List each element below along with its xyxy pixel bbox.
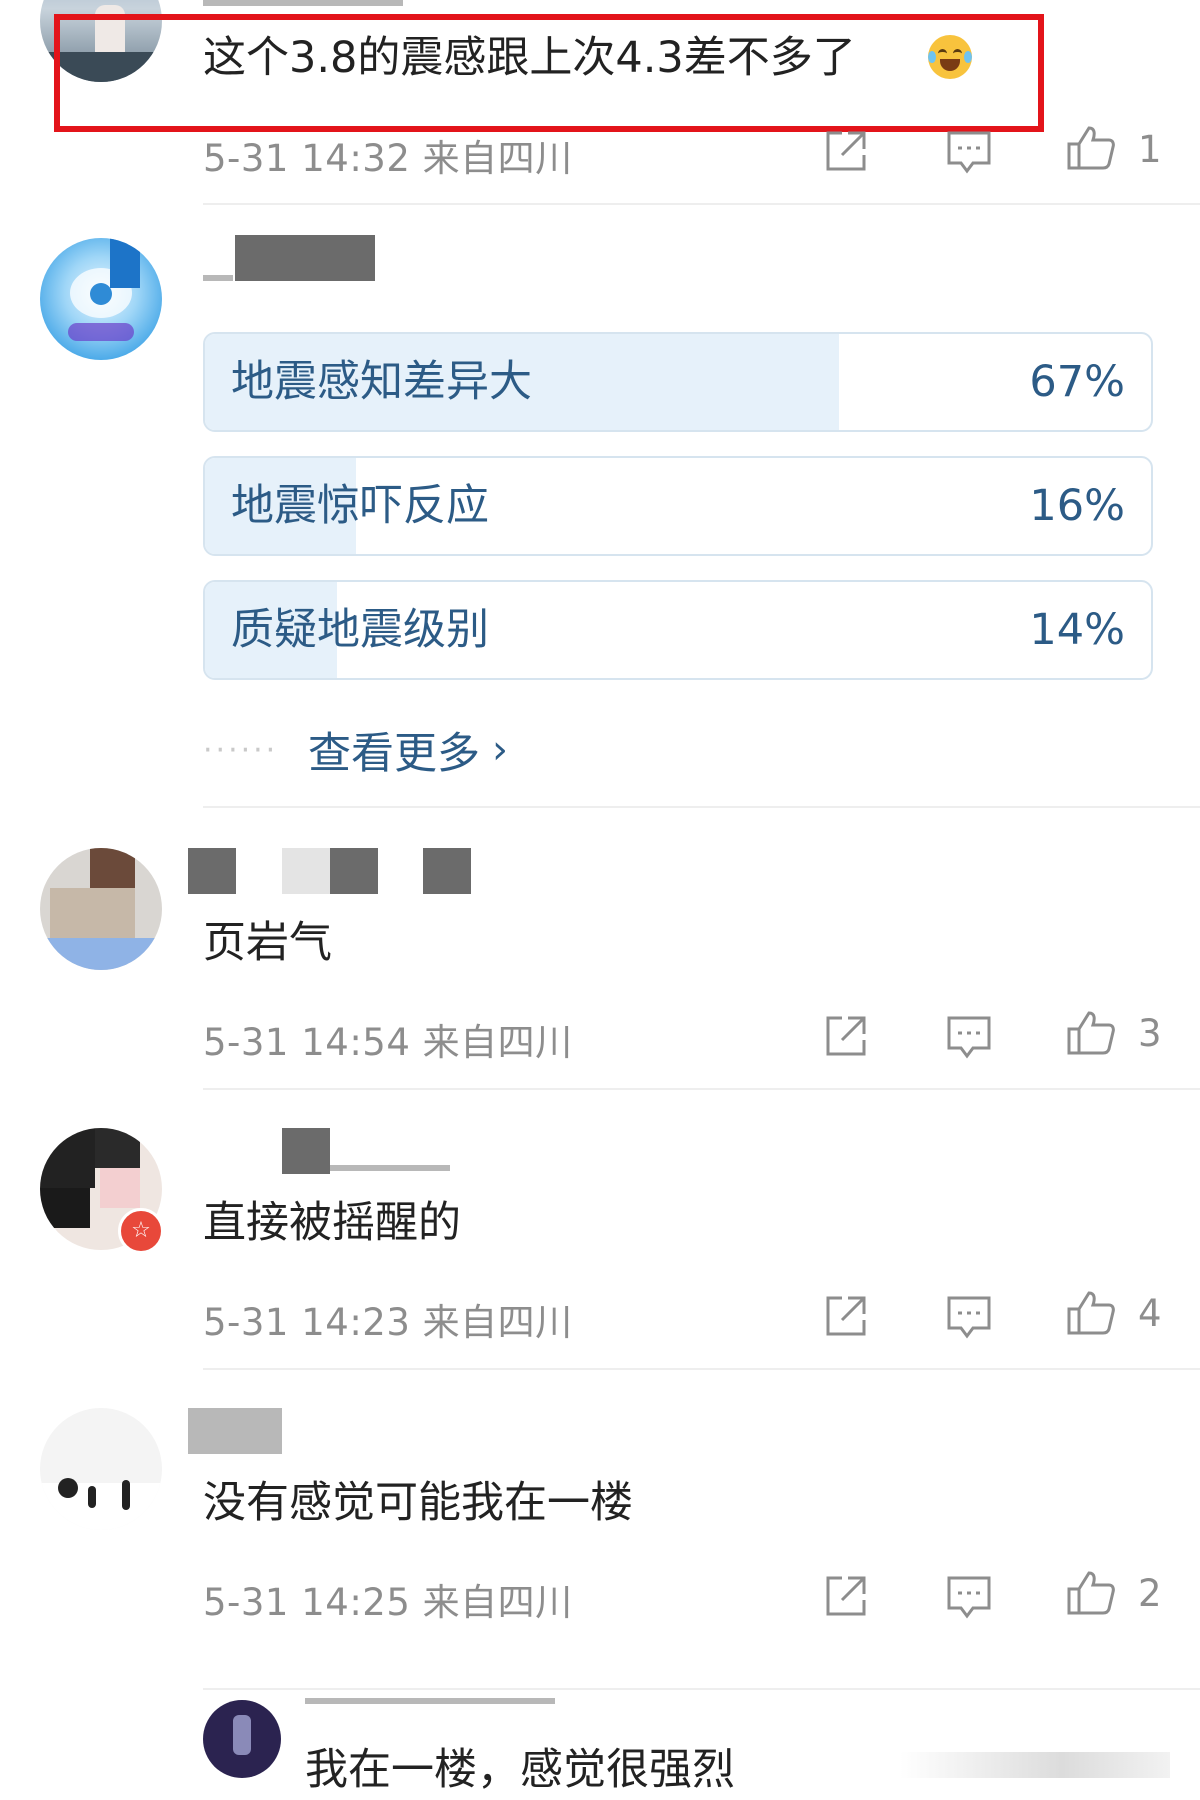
ellipsis-dots: ······ — [203, 732, 279, 768]
comment-text: 我在一楼，感觉很强烈 — [305, 1745, 735, 1795]
share-icon[interactable] — [820, 1570, 872, 1622]
comment-time: 5-31 14:54 — [203, 1021, 411, 1064]
poll-option-label: 地震惊吓反应 — [231, 481, 489, 531]
comment-location: 来自四川 — [422, 1301, 573, 1344]
like-count: 3 — [1138, 1012, 1162, 1055]
comment-time: 5-31 14:23 — [203, 1301, 411, 1344]
like-count: 2 — [1138, 1572, 1162, 1615]
comment-location: 来自四川 — [422, 137, 573, 180]
comment-time: 5-31 14:25 — [203, 1581, 411, 1624]
scroll-indicator[interactable] — [900, 1752, 1170, 1778]
thumbs-up-icon[interactable] — [1065, 1007, 1117, 1059]
verified-badge-icon: ☆ — [118, 1208, 164, 1254]
comment-icon[interactable] — [943, 1010, 995, 1062]
avatar[interactable] — [203, 1700, 281, 1778]
username-redacted — [282, 848, 330, 894]
highlight-box — [54, 14, 1044, 132]
username-redacted — [203, 0, 403, 6]
comment-location: 来自四川 — [422, 1021, 573, 1064]
thumbs-up-icon[interactable] — [1065, 122, 1117, 174]
comment-location: 来自四川 — [422, 1581, 573, 1624]
username-redacted — [188, 1408, 282, 1454]
divider — [203, 203, 1200, 205]
comment-meta: 5-31 14:23 来自四川 — [203, 1292, 573, 1346]
poll-option-percent: 67% — [1029, 357, 1125, 407]
poll-option[interactable]: 地震惊吓反应 16% — [203, 456, 1153, 556]
poll-option[interactable]: 质疑地震级别 14% — [203, 580, 1153, 680]
thumbs-up-icon[interactable] — [1065, 1567, 1117, 1619]
divider — [203, 1688, 1200, 1690]
poll-option-label: 地震感知差异大 — [231, 357, 532, 407]
comment-meta: 5-31 14:54 来自四川 — [203, 1012, 573, 1066]
avatar[interactable] — [40, 1408, 162, 1530]
poll-option-percent: 14% — [1029, 605, 1125, 655]
divider — [203, 806, 1200, 808]
username-redacted — [203, 275, 233, 281]
comment-meta: 5-31 14:25 来自四川 — [203, 1572, 573, 1626]
like-count: 1 — [1138, 128, 1162, 171]
comment-icon[interactable] — [943, 125, 995, 177]
divider — [203, 1088, 1200, 1090]
comment-text: 直接被摇醒的 — [203, 1198, 461, 1248]
username-redacted — [282, 1128, 330, 1174]
comment-meta: 5-31 14:32 来自四川 — [203, 128, 573, 182]
chevron-right-icon: › — [492, 727, 508, 773]
divider — [203, 1368, 1200, 1370]
comment-time: 5-31 14:32 — [203, 137, 411, 180]
username-redacted — [330, 848, 378, 894]
username-redacted — [188, 848, 236, 894]
share-icon[interactable] — [820, 1010, 872, 1062]
see-more-link[interactable]: ······ 查看更多 › — [203, 720, 508, 780]
like-count: 4 — [1138, 1292, 1162, 1335]
username-redacted — [330, 1165, 450, 1171]
poll-option-percent: 16% — [1029, 481, 1125, 531]
share-icon[interactable] — [820, 125, 872, 177]
comment-text: 没有感觉可能我在一楼 — [203, 1478, 633, 1528]
comment-text: 页岩气 — [203, 918, 332, 968]
share-icon[interactable] — [820, 1290, 872, 1342]
see-more-label: 查看更多 — [308, 729, 480, 779]
thumbs-up-icon[interactable] — [1065, 1287, 1117, 1339]
avatar[interactable] — [40, 238, 162, 360]
comment-icon[interactable] — [943, 1290, 995, 1342]
username-redacted — [235, 235, 375, 281]
poll-option[interactable]: 地震感知差异大 67% — [203, 332, 1153, 432]
poll-option-label: 质疑地震级别 — [231, 605, 489, 655]
avatar[interactable] — [40, 848, 162, 970]
comment-icon[interactable] — [943, 1570, 995, 1622]
username-redacted — [305, 1698, 555, 1704]
username-redacted — [423, 848, 471, 894]
